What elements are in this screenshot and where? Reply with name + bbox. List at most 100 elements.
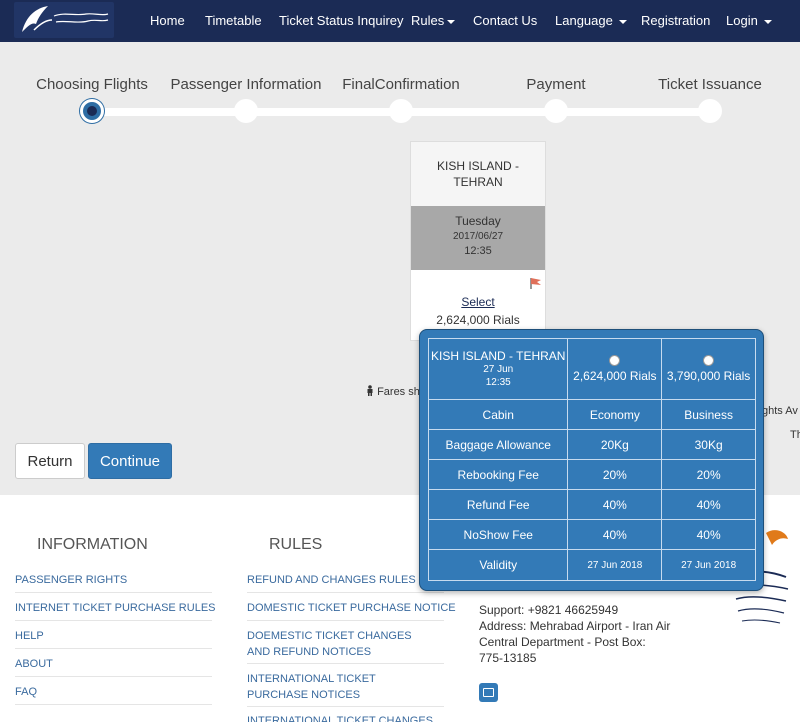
step-dot-final-confirmation xyxy=(389,99,413,123)
nav-rules-label: Rules xyxy=(411,13,445,28)
flight-date-block: Tuesday 2017/06/27 12:35 xyxy=(411,206,545,270)
nav-registration[interactable]: Registration xyxy=(641,13,710,28)
footer-link-about[interactable]: ABOUT xyxy=(15,656,53,672)
economy-price: 2,624,000 Rials xyxy=(573,369,657,383)
business-radio[interactable] xyxy=(703,355,715,366)
contact-address-1: Address: Mehrabad Airport - Iran Air xyxy=(479,619,671,633)
step-label-passenger-information: Passenger Information xyxy=(170,76,322,93)
partial-text-1: ghts Av xyxy=(762,405,798,417)
nav-language-dropdown[interactable]: Language xyxy=(555,13,628,28)
nav-home[interactable]: Home xyxy=(150,13,185,28)
select-flight-link[interactable]: Select xyxy=(411,295,545,309)
step-label-ticket-issuance: Ticket Issuance xyxy=(658,76,762,93)
footer-link-help[interactable]: HELP xyxy=(15,628,44,644)
chevron-down-icon xyxy=(764,19,773,24)
fare-cell: 20% xyxy=(661,459,756,490)
continue-button[interactable]: Continue xyxy=(88,443,172,479)
footer-divider xyxy=(15,704,212,705)
envelope-icon[interactable] xyxy=(479,683,498,702)
step-label-final-confirmation: FinalConfirmation xyxy=(342,76,460,93)
flight-route: KISH ISLAND - TEHRAN xyxy=(411,142,545,206)
contact-address-2: Central Department - Post Box: xyxy=(479,635,646,649)
fares-note: Fares sh xyxy=(366,385,420,398)
footer-heading-rules: RULES xyxy=(269,536,323,553)
fare-row-cabin: Cabin Economy Business xyxy=(427,399,756,430)
fare-row-label: Validity xyxy=(427,549,569,581)
fare-cell: 40% xyxy=(661,489,756,520)
flight-day: Tuesday xyxy=(455,214,501,228)
fare-option-business[interactable]: 3,790,000 Rials xyxy=(661,338,756,400)
flight-time: 12:35 xyxy=(464,245,492,257)
footer-divider xyxy=(15,676,212,677)
iran-air-logo[interactable] xyxy=(14,2,114,38)
step-dot-choosing-flights xyxy=(80,99,104,123)
footer-link-international-ticket-purchase[interactable]: INTERNATIONAL TICKET PURCHASE NOTICES xyxy=(247,671,437,703)
flight-price: 2,624,000 Rials xyxy=(436,313,520,327)
fare-cell: 27 Jun 2018 xyxy=(567,549,663,581)
fare-row-label: Rebooking Fee xyxy=(427,459,569,490)
fare-date: 27 Jun xyxy=(483,364,514,375)
footer-link-domestic-ticket-changes[interactable]: DOEMESTIC TICKET CHANGES AND REFUND NOTI… xyxy=(247,628,437,660)
contact-address-3: 775-13185 xyxy=(479,651,537,665)
footer-link-domestic-ticket-purchase-notice[interactable]: DOMESTIC TICKET PURCHASE NOTICE xyxy=(247,600,456,616)
nav-login-label: Login xyxy=(726,13,758,28)
step-dot-payment xyxy=(544,99,568,123)
fare-row-label: Refund Fee xyxy=(427,489,569,520)
nav-language-label: Language xyxy=(555,13,613,28)
fare-row-noshow: NoShow Fee 40% 40% xyxy=(427,519,756,550)
fare-cell: 40% xyxy=(567,519,663,550)
flag-icon xyxy=(530,278,541,289)
flight-date: 2017/06/27 xyxy=(452,231,504,242)
footer-link-faq[interactable]: FAQ xyxy=(15,684,37,700)
fare-time: 12:35 xyxy=(485,377,511,388)
footer-divider xyxy=(247,620,444,621)
fare-details-popover: KISH ISLAND - TEHRAN 27 Jun 12:35 2,624,… xyxy=(419,329,764,591)
fare-cell: 30Kg xyxy=(661,429,756,460)
nav-login-dropdown[interactable]: Login xyxy=(726,13,773,28)
footer-divider xyxy=(247,706,444,707)
footer-divider xyxy=(15,592,212,593)
fare-header-row: KISH ISLAND - TEHRAN 27 Jun 12:35 2,624,… xyxy=(427,338,756,400)
fare-cell: 20% xyxy=(567,459,663,490)
fares-note-text: Fares sh xyxy=(377,386,420,398)
chevron-down-icon xyxy=(447,19,456,24)
fare-row-rebooking: Rebooking Fee 20% 20% xyxy=(427,459,756,490)
fare-cell: Business xyxy=(661,399,756,430)
business-price: 3,790,000 Rials xyxy=(666,369,751,383)
chevron-down-icon xyxy=(619,19,628,24)
step-label-payment: Payment xyxy=(526,76,586,93)
fare-row-label: Cabin xyxy=(427,399,569,430)
return-button[interactable]: Return xyxy=(15,443,85,479)
footer-heading-information: INFORMATION xyxy=(37,536,148,553)
nav-ticket-status-inquiry[interactable]: Ticket Status Inquirey xyxy=(279,13,404,28)
fare-comparison-table: KISH ISLAND - TEHRAN 27 Jun 12:35 2,624,… xyxy=(427,338,756,581)
fare-option-economy[interactable]: 2,624,000 Rials xyxy=(567,338,663,400)
fare-route: KISH ISLAND - TEHRAN xyxy=(431,349,566,363)
fare-row-label: NoShow Fee xyxy=(427,519,569,550)
footer-divider xyxy=(247,663,444,664)
nav-timetable[interactable]: Timetable xyxy=(205,13,262,28)
fare-row-validity: Validity 27 Jun 2018 27 Jun 2018 xyxy=(427,549,756,581)
fare-row-baggage: Baggage Allowance 20Kg 30Kg xyxy=(427,429,756,460)
flight-card: KISH ISLAND - TEHRAN Tuesday 2017/06/27 … xyxy=(410,141,546,341)
fare-cell: Economy xyxy=(567,399,663,430)
fare-route-cell: KISH ISLAND - TEHRAN 27 Jun 12:35 xyxy=(427,338,569,400)
footer-link-internet-ticket-purchase-rules[interactable]: INTERNET TICKET PURCHASE RULES xyxy=(15,600,216,616)
economy-radio[interactable] xyxy=(609,355,621,366)
nav-rules-dropdown[interactable]: Rules xyxy=(411,13,456,28)
top-navbar: Home Timetable Ticket Status Inquirey Ru… xyxy=(0,0,800,42)
fare-cell: 27 Jun 2018 xyxy=(661,549,756,581)
fare-row-label: Baggage Allowance xyxy=(427,429,569,460)
footer-link-passenger-rights[interactable]: PASSENGER RIGHTS xyxy=(15,572,127,588)
footer-link-international-ticket-changes[interactable]: INTERNATIONAL TICKET CHANGES xyxy=(247,713,437,722)
fare-cell: 20Kg xyxy=(567,429,663,460)
footer-divider xyxy=(247,592,444,593)
footer-link-refund-changes-rules[interactable]: REFUND AND CHANGES RULES xyxy=(247,572,416,588)
footer-divider xyxy=(15,620,212,621)
step-dot-ticket-issuance xyxy=(698,99,722,123)
fare-row-refund: Refund Fee 40% 40% xyxy=(427,489,756,520)
fare-cell: 40% xyxy=(567,489,663,520)
step-dot-passenger-information xyxy=(234,99,258,123)
nav-contact-us[interactable]: Contact Us xyxy=(473,13,537,28)
contact-support: Support: +9821 46625949 xyxy=(479,603,619,617)
